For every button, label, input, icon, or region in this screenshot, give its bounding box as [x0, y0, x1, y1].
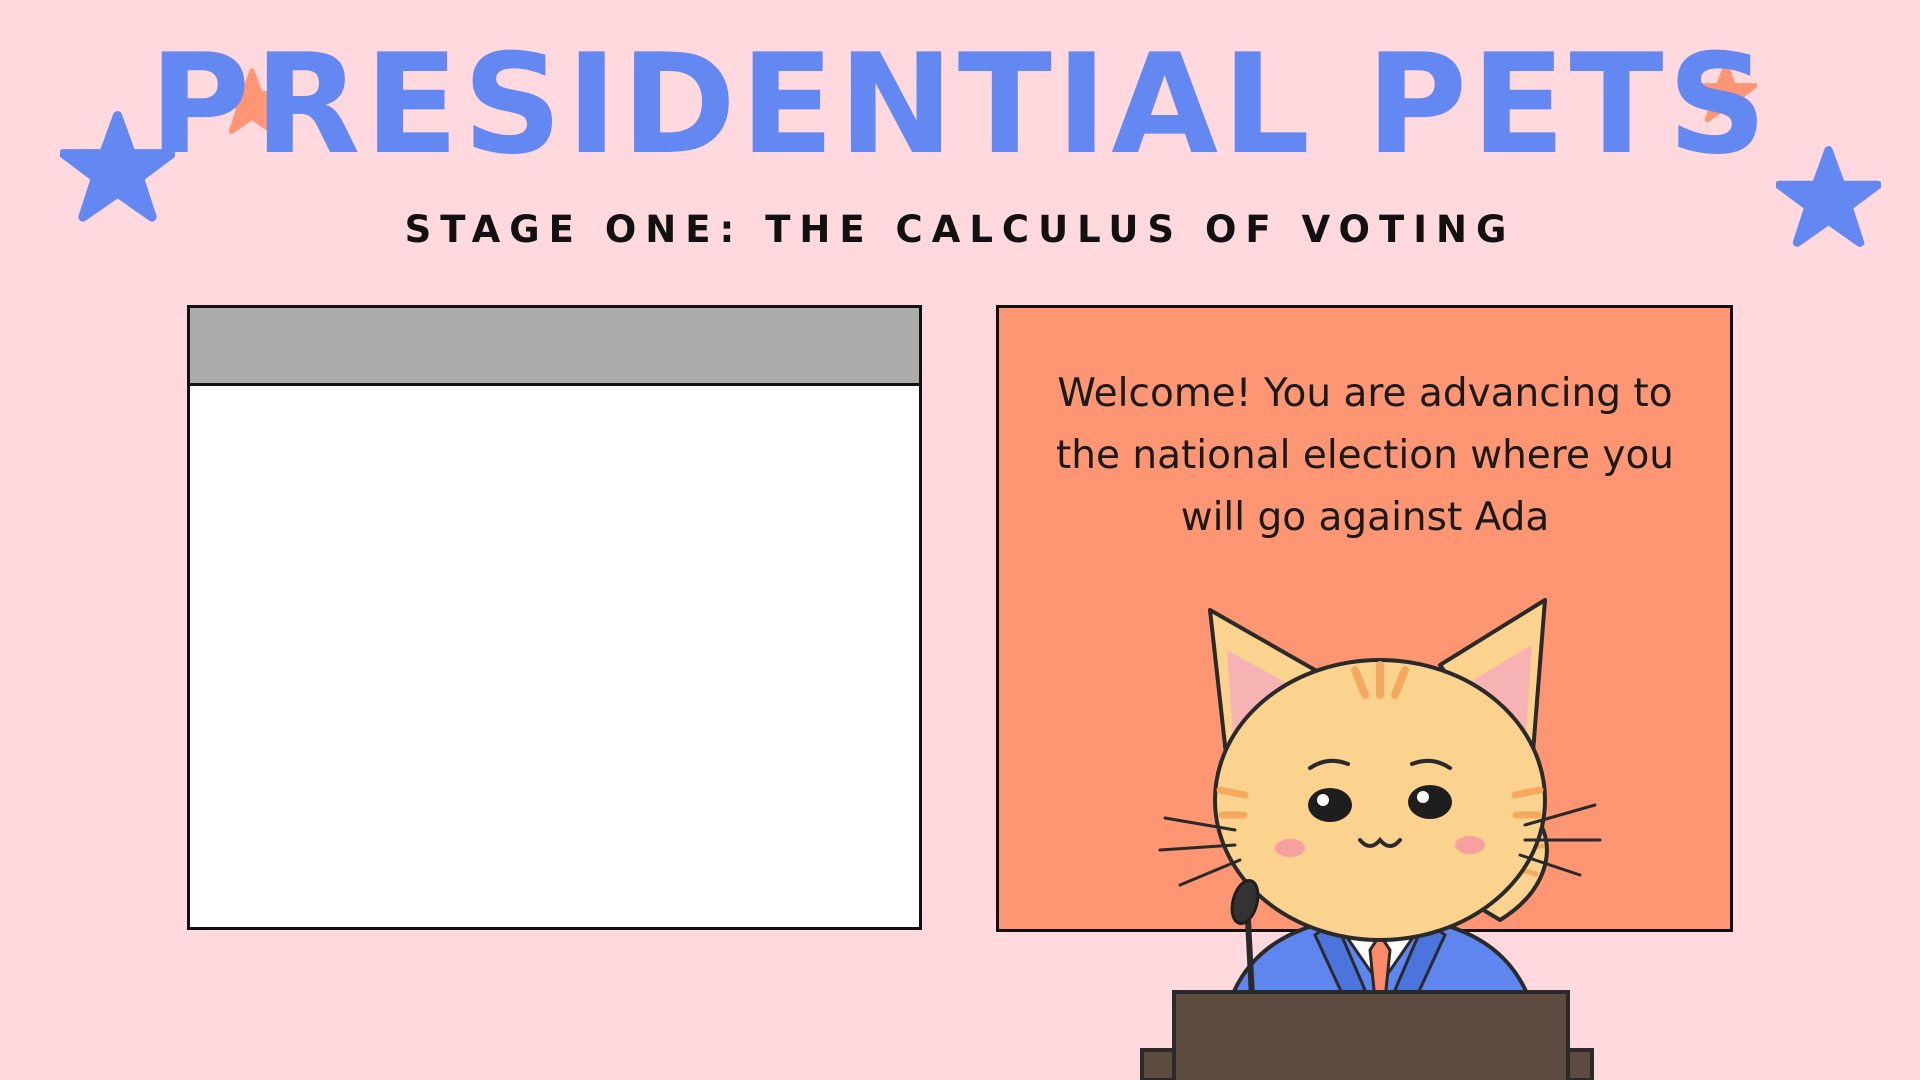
- stage-subtitle: STAGE ONE: THE CALCULUS OF VOTING: [404, 208, 1516, 251]
- game-window: [187, 305, 922, 930]
- game-title: PRESIDENTIAL PETS: [149, 24, 1771, 185]
- dialog-message: Welcome! You are advancing to the nation…: [1055, 371, 1675, 540]
- podium-base: [1172, 990, 1570, 1080]
- window-titlebar[interactable]: [190, 308, 919, 386]
